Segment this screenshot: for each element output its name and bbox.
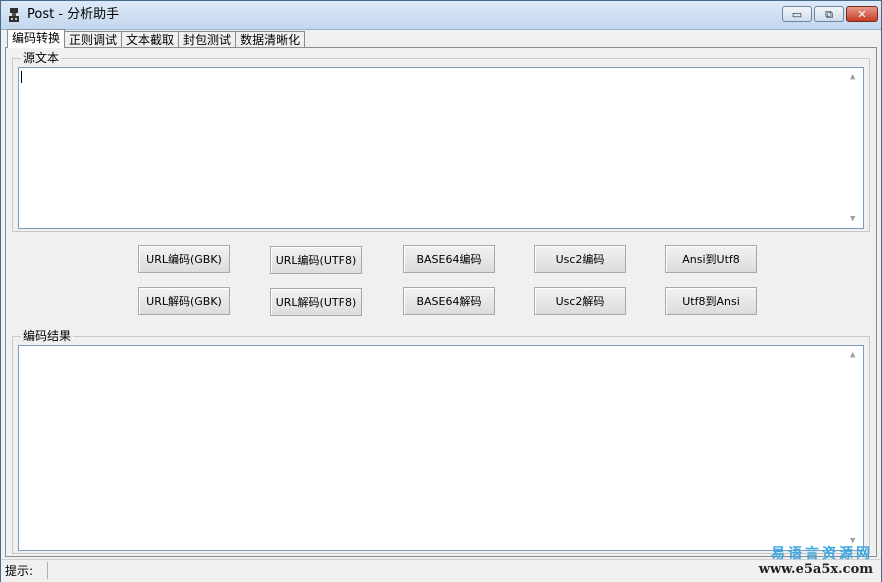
status-bar: 提示: [1, 559, 881, 582]
minimize-icon: ▭ [791, 7, 803, 21]
window-title: Post - 分析助手 [27, 7, 120, 22]
scroll-down-icon[interactable]: ▼ [850, 536, 855, 546]
status-label: 提示: [5, 564, 34, 578]
watermark: 易语言资源网 www.e5a5x.com [759, 546, 873, 578]
scroll-up-icon[interactable]: ▲ [850, 350, 855, 360]
close-icon: ✕ [857, 7, 867, 21]
result-group-label: 编码结果 [21, 329, 74, 343]
scroll-up-icon[interactable]: ▲ [850, 72, 855, 82]
url-decode-gbk-button[interactable]: URL解码(GBK) [138, 287, 230, 315]
tab-strip: 编码转换 正则调试 文本截取 封包测试 数据清晰化 [7, 29, 306, 48]
result-scrollbar[interactable]: ▲ ▼ [846, 346, 863, 550]
source-group: 源文本 ▲ ▼ [12, 51, 870, 232]
ansi-to-utf8-button[interactable]: Ansi到Utf8 [665, 245, 757, 273]
tab-text-extract[interactable]: 文本截取 [122, 31, 180, 48]
watermark-url: www.e5a5x.com [758, 562, 873, 577]
maximize-icon: ⧉ [825, 7, 833, 21]
close-button[interactable]: ✕ [846, 6, 878, 22]
maximize-button[interactable]: ⧉ [814, 6, 844, 22]
main-window: Post - 分析助手 ▭ ⧉ ✕ 编码转换 正则调试 文本截取 封包测试 数据… [0, 0, 882, 582]
url-encode-gbk-button[interactable]: URL编码(GBK) [138, 245, 230, 273]
title-bar[interactable]: Post - 分析助手 ▭ ⧉ ✕ [1, 1, 881, 30]
source-textarea[interactable]: ▲ ▼ [18, 67, 864, 229]
usc2-encode-button[interactable]: Usc2编码 [534, 245, 626, 273]
tab-encoding-convert[interactable]: 编码转换 [7, 29, 66, 48]
status-text [47, 562, 878, 579]
scroll-down-icon[interactable]: ▼ [850, 214, 855, 224]
text-caret [21, 71, 22, 83]
base64-decode-button[interactable]: BASE64解码 [403, 287, 495, 315]
source-scrollbar[interactable]: ▲ ▼ [846, 68, 863, 228]
usc2-decode-button[interactable]: Usc2解码 [534, 287, 626, 315]
tab-packet-test[interactable]: 封包测试 [179, 31, 237, 48]
tab-regex-debug[interactable]: 正则调试 [65, 31, 123, 48]
result-textarea[interactable]: ▲ ▼ [18, 345, 864, 551]
minimize-button[interactable]: ▭ [782, 6, 812, 22]
url-decode-utf8-button[interactable]: URL解码(UTF8) [270, 288, 362, 316]
tab-panel-encoding: 源文本 ▲ ▼ URL编码(GBK) URL编码(UTF8) BASE64编码 … [5, 47, 877, 557]
source-group-label: 源文本 [21, 51, 62, 65]
tab-data-clarify[interactable]: 数据清晰化 [236, 31, 306, 48]
utf8-to-ansi-button[interactable]: Utf8到Ansi [665, 287, 757, 315]
result-group: 编码结果 ▲ ▼ [12, 329, 870, 554]
base64-encode-button[interactable]: BASE64编码 [403, 245, 495, 273]
app-icon [9, 8, 19, 22]
url-encode-utf8-button[interactable]: URL编码(UTF8) [270, 246, 362, 274]
watermark-cn: 易语言资源网 [771, 546, 873, 562]
